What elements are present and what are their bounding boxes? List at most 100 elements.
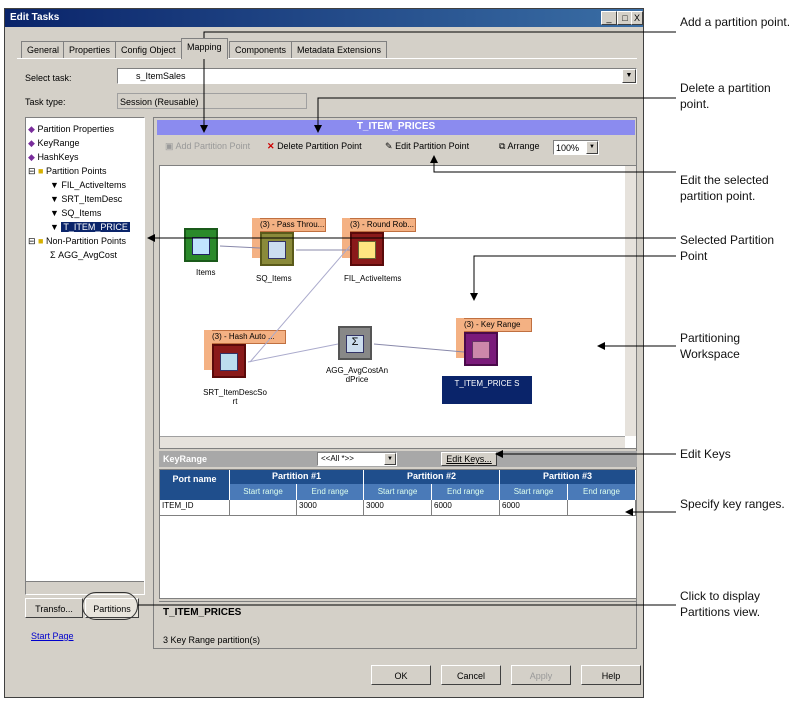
task-type-label: Task type: — [25, 97, 66, 107]
node-label: SRT_ItemDescSo rt — [203, 388, 267, 406]
annotation-editkeys: Edit Keys — [680, 447, 731, 461]
port-name-cell: ITEM_ID — [160, 500, 230, 516]
chevron-down-icon[interactable]: ▼ — [586, 141, 598, 154]
source-items-icon[interactable] — [184, 228, 218, 262]
tab-config-object[interactable]: Config Object — [115, 41, 182, 59]
horizontal-scrollbar[interactable] — [160, 436, 625, 448]
tree-item[interactable]: ◆ HashKeys — [28, 150, 142, 164]
col-partition-3: Partition #3 — [500, 470, 636, 484]
annotation-selected: Selected Partition Point — [680, 233, 775, 263]
vertical-scrollbar[interactable] — [624, 166, 636, 436]
tree-folder[interactable]: ⊟ ■ Partition Points — [28, 164, 142, 178]
node-label-selected: T_ITEM_PRICE S — [442, 376, 532, 404]
delete-icon: ✕ — [267, 141, 275, 151]
sorter-icon[interactable] — [212, 344, 246, 378]
range-input[interactable] — [230, 500, 297, 516]
select-task-value: s_ItemSales — [136, 71, 186, 81]
partition-point-flag — [252, 218, 260, 258]
tab-general[interactable]: General — [21, 41, 66, 59]
filter-icon[interactable] — [350, 232, 384, 266]
aggregator-icon[interactable]: Σ — [338, 326, 372, 360]
partition-workspace[interactable]: Items (3) - Pass Throu... SQ_Items (3) -… — [159, 165, 637, 449]
edit-keys-button[interactable]: Edit Keys... — [441, 452, 497, 466]
keyrange-header: KeyRange — [159, 451, 637, 467]
annotation-delete: Delete a partition point. — [680, 81, 771, 111]
col-port-name: Port name — [160, 470, 230, 500]
apply-button[interactable]: Apply — [511, 665, 571, 685]
status-text: 3 Key Range partition(s) — [163, 635, 261, 645]
tree-folder[interactable]: ⊟ ■ Non-Partition Points — [28, 234, 142, 248]
tree-item[interactable]: ◆ Partition Properties — [28, 122, 142, 136]
keyrange-dropdown[interactable]: <<All *>> ▼ — [317, 452, 397, 466]
col-end-range: End range — [432, 484, 500, 500]
node-label: AGG_AvgCostAn dPrice — [325, 366, 389, 384]
tree-item[interactable]: Σ AGG_AvgCost — [28, 248, 142, 262]
partition-point-flag — [342, 218, 350, 258]
ok-button[interactable]: OK — [371, 665, 431, 685]
col-start-range: Start range — [230, 484, 297, 500]
keyrange-grid: Port name Partition #1 Partition #2 Part… — [159, 469, 637, 599]
delete-partition-button[interactable]: ✕ Delete Partition Point — [267, 141, 362, 152]
partition-point-label: (3) - Pass Throu... — [256, 218, 326, 232]
tree-item[interactable]: ◆ KeyRange — [28, 136, 142, 150]
tab-mapping[interactable]: Mapping — [181, 38, 228, 59]
task-type-value: Session (Reusable) — [117, 93, 307, 109]
node-label: Items — [196, 268, 216, 277]
col-partition-2: Partition #2 — [364, 470, 500, 484]
source-qualifier-icon[interactable] — [260, 232, 294, 266]
select-task-dropdown[interactable]: s_ItemSales ▼ — [117, 68, 637, 84]
tree-item[interactable]: ▼ FIL_ActiveItems — [28, 178, 142, 192]
node-label: FIL_ActiveItems — [344, 274, 402, 283]
annotation-workspace: Partitioning Workspace — [680, 331, 741, 361]
annotation-partitions-view: Click to display Partitions view. — [680, 589, 761, 619]
tab-properties[interactable]: Properties — [63, 41, 117, 59]
zoom-dropdown[interactable]: 100% ▼ — [553, 140, 599, 155]
select-task-label: Select task: — [25, 73, 72, 83]
edit-partition-button[interactable]: ✎ Edit Partition Point — [385, 141, 469, 152]
divider — [159, 601, 637, 602]
arrange-button[interactable]: ⧉ Arrange — [499, 141, 539, 152]
col-end-range: End range — [568, 484, 636, 500]
range-input[interactable]: 6000 — [500, 500, 568, 516]
chevron-down-icon[interactable]: ▼ — [384, 453, 396, 465]
chevron-down-icon[interactable]: ▼ — [622, 69, 636, 83]
tab-metadata-extensions[interactable]: Metadata Extensions — [291, 41, 388, 59]
partition-tree: ◆ Partition Properties ◆ KeyRange ◆ Hash… — [25, 117, 145, 595]
partition-point-flag — [204, 330, 212, 370]
add-partition-button[interactable]: ▣ Add Partition Point — [165, 141, 250, 152]
tree-item-selected[interactable]: ▼ T_ITEM_PRICE — [28, 220, 142, 234]
annotation-add: Add a partition point. — [680, 15, 791, 29]
col-end-range: End range — [297, 484, 364, 500]
help-button[interactable]: Help — [581, 665, 641, 685]
pencil-icon: ✎ — [385, 141, 393, 151]
minimize-button[interactable]: _ — [601, 11, 617, 25]
bottom-title: T_ITEM_PRICES — [163, 607, 242, 618]
tree-item[interactable]: ▼ SQ_Items — [28, 206, 142, 220]
annotation-edit: Edit the selected partition point. — [680, 173, 769, 203]
cancel-button[interactable]: Cancel — [441, 665, 501, 685]
node-label: SQ_Items — [256, 274, 292, 283]
col-start-range: Start range — [364, 484, 432, 500]
partition-point-label: (3) - Hash Auto ... — [208, 330, 286, 344]
partition-point-flag — [456, 318, 464, 358]
add-icon: ▣ — [165, 141, 174, 151]
range-input[interactable] — [568, 500, 636, 516]
partitions-tab-highlight — [82, 592, 138, 620]
close-button[interactable]: X — [631, 11, 643, 25]
target-icon[interactable] — [464, 332, 498, 366]
range-input[interactable]: 3000 — [297, 500, 364, 516]
partition-point-label: (3) - Key Range — [460, 318, 532, 332]
workspace-header: T_ITEM_PRICES — [157, 120, 635, 135]
window-title: Edit Tasks — [5, 9, 643, 27]
col-partition-1: Partition #1 — [230, 470, 364, 484]
start-page-link[interactable]: Start Page — [31, 631, 74, 641]
tab-components[interactable]: Components — [229, 41, 293, 59]
tree-item[interactable]: ▼ SRT_ItemDesc — [28, 192, 142, 206]
range-input[interactable]: 3000 — [364, 500, 432, 516]
col-start-range: Start range — [500, 484, 568, 500]
tab-transformations[interactable]: Transfo... — [25, 598, 83, 618]
partition-point-label: (3) - Round Rob... — [346, 218, 416, 232]
annotation-keyranges: Specify key ranges. — [680, 497, 785, 511]
range-input[interactable]: 6000 — [432, 500, 500, 516]
arrange-icon: ⧉ — [499, 141, 506, 151]
